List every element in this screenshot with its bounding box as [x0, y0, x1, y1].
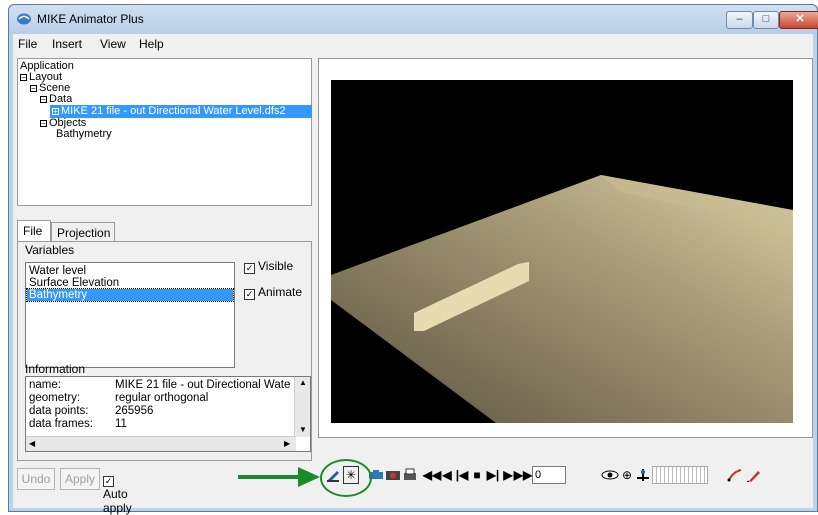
- last-frame-icon[interactable]: ▶|: [486, 466, 500, 484]
- information-label: Information: [25, 362, 86, 376]
- animate-label: Animate: [258, 285, 303, 299]
- app-icon: [17, 13, 31, 25]
- minimize-button[interactable]: –: [726, 11, 753, 29]
- annotation-circle: [320, 459, 372, 497]
- animate-checkbox[interactable]: ✓ Animate: [244, 285, 302, 300]
- menu-help[interactable]: Help: [139, 37, 164, 51]
- close-button[interactable]: ✕: [779, 11, 818, 29]
- menu-view[interactable]: View: [100, 37, 126, 51]
- collapse-icon[interactable]: −: [20, 73, 27, 81]
- step-back-icon[interactable]: ◀: [441, 466, 453, 484]
- info-key: data frames:: [29, 418, 93, 430]
- menu-file[interactable]: File: [18, 37, 37, 51]
- info-value: 11: [115, 418, 127, 430]
- tree-item-data[interactable]: − Data: [40, 93, 73, 106]
- pen-tool-icon[interactable]: [746, 466, 762, 484]
- window-title: MIKE Animator Plus: [37, 12, 144, 26]
- menu-insert[interactable]: Insert: [52, 37, 82, 51]
- collapse-icon[interactable]: −: [30, 84, 37, 92]
- play-icon[interactable]: ▶: [502, 466, 514, 484]
- collapse-icon[interactable]: −: [40, 119, 47, 127]
- zoom-slider[interactable]: [652, 466, 708, 484]
- maximize-button[interactable]: □: [753, 11, 779, 29]
- navigate-icon[interactable]: [635, 466, 651, 484]
- info-value: 265956: [115, 405, 154, 417]
- scene-tree[interactable]: Application − Layout − Scene − Data + MIKE 2…: [17, 58, 312, 206]
- collapse-icon[interactable]: −: [40, 95, 47, 103]
- tree-item-bathymetry[interactable]: Bathymetry: [56, 128, 112, 141]
- scroll-left-icon[interactable]: ◀: [29, 439, 35, 448]
- info-key: data points:: [29, 405, 89, 417]
- tab-projection[interactable]: Projection: [51, 222, 115, 242]
- first-frame-icon[interactable]: |◀: [455, 466, 469, 484]
- check-icon: ✓: [244, 289, 255, 300]
- visible-label: Visible: [258, 259, 294, 273]
- list-item[interactable]: Water level: [27, 265, 233, 277]
- scroll-right-icon[interactable]: ▶: [284, 439, 290, 448]
- apply-button[interactable]: Apply: [60, 468, 100, 490]
- auto-apply-checkbox[interactable]: ✓Auto apply: [103, 472, 132, 515]
- check-icon: ✓: [103, 476, 114, 487]
- check-icon: ✓: [244, 263, 255, 274]
- tree-label: Data: [49, 93, 73, 105]
- tab-file[interactable]: File: [17, 220, 51, 242]
- 3d-viewport[interactable]: [331, 80, 793, 423]
- vertical-scrollbar[interactable]: ▲ ▼: [294, 377, 310, 437]
- rewind-icon[interactable]: ◀◀: [423, 466, 441, 484]
- info-value: MIKE 21 file - out Directional Wate: [115, 379, 291, 391]
- scroll-down-icon[interactable]: ▼: [299, 425, 307, 434]
- title-bar[interactable]: MIKE Animator Plus – □ ✕: [9, 5, 818, 35]
- menu-bar: File Insert View Help: [13, 34, 813, 54]
- print-icon[interactable]: [402, 466, 418, 484]
- bathymetry-scene: [331, 175, 793, 423]
- visible-checkbox[interactable]: ✓ Visible: [244, 259, 293, 274]
- list-item[interactable]: Surface Elevation: [27, 277, 233, 289]
- auto-apply-label: Auto apply: [103, 487, 132, 515]
- info-key: name:: [29, 379, 61, 391]
- information-box[interactable]: name: MIKE 21 file - out Directional Wate…: [25, 376, 311, 452]
- list-item-selected[interactable]: Bathymetry: [26, 288, 234, 302]
- crosshair-icon[interactable]: ⊕: [620, 466, 634, 484]
- tree-item-data-file[interactable]: + MIKE 21 file - out Directional Water Le…: [50, 105, 312, 118]
- snapshot-icon[interactable]: [385, 466, 401, 484]
- path-tool-icon[interactable]: [727, 466, 743, 484]
- variables-list[interactable]: Water level Surface Elevation Bathymetry: [25, 262, 235, 368]
- eye-icon[interactable]: [601, 466, 619, 484]
- fast-forward-icon[interactable]: ▶▶: [514, 466, 532, 484]
- stop-icon[interactable]: ■: [471, 466, 483, 484]
- undo-button[interactable]: Undo: [17, 468, 55, 490]
- animation-toolbar: ✳ ◀◀ ◀ |◀ ■ ▶| ▶ ▶▶ 0 ⊕: [318, 444, 813, 508]
- frame-input[interactable]: 0: [532, 466, 566, 484]
- annotation-arrow-icon: [238, 467, 320, 487]
- tree-label: MIKE 21 file - out Directional Water Lev…: [61, 105, 286, 117]
- info-value: regular orthogonal: [115, 392, 209, 404]
- expand-icon[interactable]: +: [52, 107, 59, 115]
- scroll-up-icon[interactable]: ▲: [299, 378, 307, 387]
- variables-label: Variables: [25, 243, 75, 257]
- horizontal-scrollbar[interactable]: ◀ ▶: [26, 436, 296, 451]
- info-key: geometry:: [29, 392, 81, 404]
